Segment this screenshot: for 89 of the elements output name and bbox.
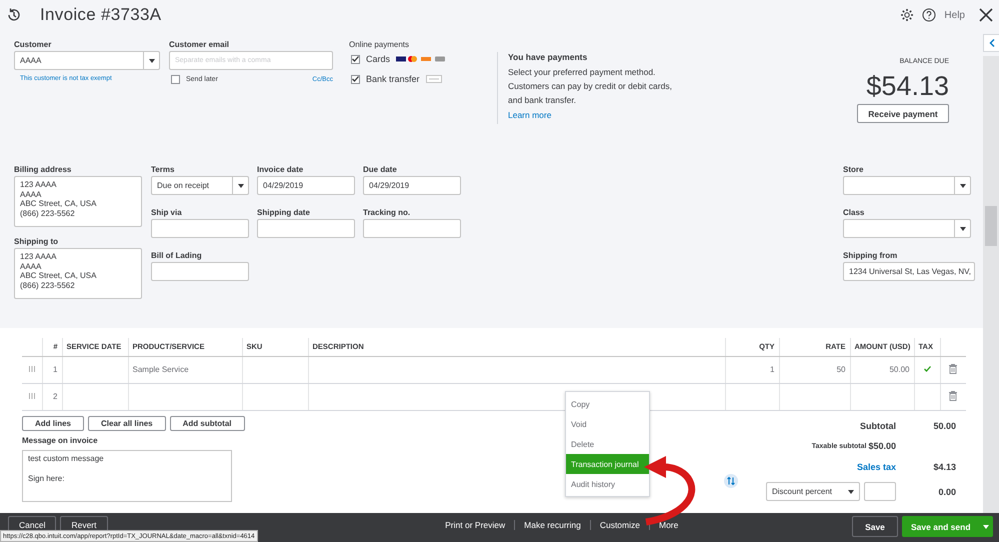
learn-more-link[interactable]: Learn more [508, 110, 697, 120]
check-icon [924, 366, 930, 372]
table-cell: 50 [779, 356, 850, 383]
address-field[interactable]: 123 AAAA AAAA ABC Street, CA, USA (866) 223-5562 [14, 248, 142, 299]
trash-icon[interactable] [949, 390, 958, 400]
save-button[interactable]: Save [852, 516, 898, 537]
field-label: Store [843, 165, 864, 174]
sales-tax-value: $4.13 [932, 462, 956, 472]
terms-select[interactable]: Due on receipt [151, 176, 249, 195]
table-action-button[interactable]: Add subtotal [170, 416, 244, 430]
subtotal-value: 50.00 [932, 420, 956, 430]
field-label: Shipping to [14, 237, 59, 246]
caret-icon [148, 58, 154, 62]
footer-link[interactable]: Make recurring [514, 520, 590, 530]
dropdown-field[interactable] [843, 219, 971, 238]
payment-method-label: Cards [366, 54, 390, 64]
trash-icon[interactable] [949, 364, 958, 374]
discount-field[interactable] [864, 482, 896, 501]
bank-icon [426, 75, 442, 83]
table-cell: 50.00 [850, 356, 914, 383]
checkbox[interactable] [351, 54, 360, 64]
input-field[interactable] [363, 219, 461, 238]
online-payments-label: Online payments [349, 40, 410, 49]
checkbox[interactable] [351, 74, 360, 84]
field-label: Ship via [151, 208, 183, 217]
field-label: Tracking no. [363, 208, 412, 217]
taxable-subtotal-value: $50.00 [868, 441, 896, 451]
scrollbar[interactable] [983, 56, 999, 513]
field-label: Shipping date [257, 208, 311, 217]
address-field[interactable]: 123 AAAA AAAA ABC Street, CA, USA (866) 223-5562 [14, 176, 142, 227]
field-label: Shipping from [843, 251, 898, 260]
menu-item[interactable]: Audit history [566, 474, 649, 494]
table-cell: 2 [42, 383, 62, 410]
input-field[interactable] [151, 219, 249, 238]
field-label: Billing address [14, 165, 72, 174]
table-cell: 1 [725, 356, 779, 383]
field-label: Due date [363, 165, 398, 174]
help-link[interactable]: Help [944, 10, 965, 20]
caret-icon [960, 226, 966, 230]
balance-amount: $54.13 [866, 71, 949, 102]
field-label: Invoice date [257, 165, 304, 174]
drag-handle-icon[interactable] [28, 366, 35, 372]
payments-heading: You have payments [508, 52, 588, 62]
checkbox[interactable] [171, 75, 180, 84]
payments-description: Select your preferred payment method. Customers can pay by credit or debit cards, and bank transfer. [508, 66, 673, 107]
menu-item[interactable]: Delete [566, 434, 649, 454]
drag-handle-icon[interactable] [28, 393, 35, 399]
footer-link[interactable]: Customize [590, 520, 649, 530]
caret-icon [983, 524, 989, 528]
message-field[interactable]: test custom message Sign here: [22, 450, 232, 502]
field-label: Customer [14, 40, 52, 49]
history-icon[interactable] [6, 7, 22, 23]
input-field[interactable]: 04/29/2019 [257, 176, 355, 195]
discount-select[interactable]: Discount percent [766, 482, 860, 501]
input-field[interactable] [151, 262, 249, 281]
field-label: Bill of Lading [151, 251, 203, 260]
caret-icon [960, 184, 966, 188]
dropdown-field[interactable] [843, 176, 971, 195]
collapse-tab[interactable] [983, 34, 999, 52]
field-label: Terms [151, 165, 176, 174]
invoice-title: Invoice #3733A [40, 5, 162, 25]
menu-item[interactable]: Void [566, 414, 649, 434]
table-cell: 1 [42, 356, 62, 383]
field-label: Customer email [169, 40, 230, 49]
footer-link[interactable]: More [648, 520, 688, 530]
input-field[interactable] [257, 219, 355, 238]
subtotal-label: Subtotal [860, 420, 896, 430]
field-label: Message on invoice [22, 436, 99, 444]
field-label: Class [843, 208, 866, 217]
sales-tax-link[interactable]: Sales tax [856, 462, 896, 472]
caret-icon [848, 490, 854, 494]
card-logos-icon [396, 55, 446, 63]
menu-item[interactable]: Copy [566, 394, 649, 414]
table-cell[interactable]: Sample Service [128, 356, 242, 383]
input-field[interactable]: 04/29/2019 [363, 176, 461, 195]
swap-icon[interactable] [724, 474, 738, 488]
caret-icon [238, 184, 244, 188]
receive-payment-button[interactable]: Receive payment [857, 104, 949, 123]
table-action-button[interactable]: Clear all lines [88, 416, 166, 430]
help-icon[interactable] [922, 8, 936, 22]
footer-link[interactable]: Print or Preview [436, 520, 514, 530]
payment-method-label: Bank transfer [366, 74, 420, 84]
input-field[interactable]: 1234 Universal St, Las Vegas, NV, [843, 262, 975, 281]
discount-value: 0.00 [937, 486, 956, 496]
close-icon[interactable] [979, 8, 993, 22]
settings-icon[interactable] [900, 8, 914, 22]
table-action-button[interactable]: Add lines [22, 416, 84, 430]
customer-select[interactable]: AAAA [14, 51, 160, 70]
chevron-left-icon [988, 39, 994, 47]
